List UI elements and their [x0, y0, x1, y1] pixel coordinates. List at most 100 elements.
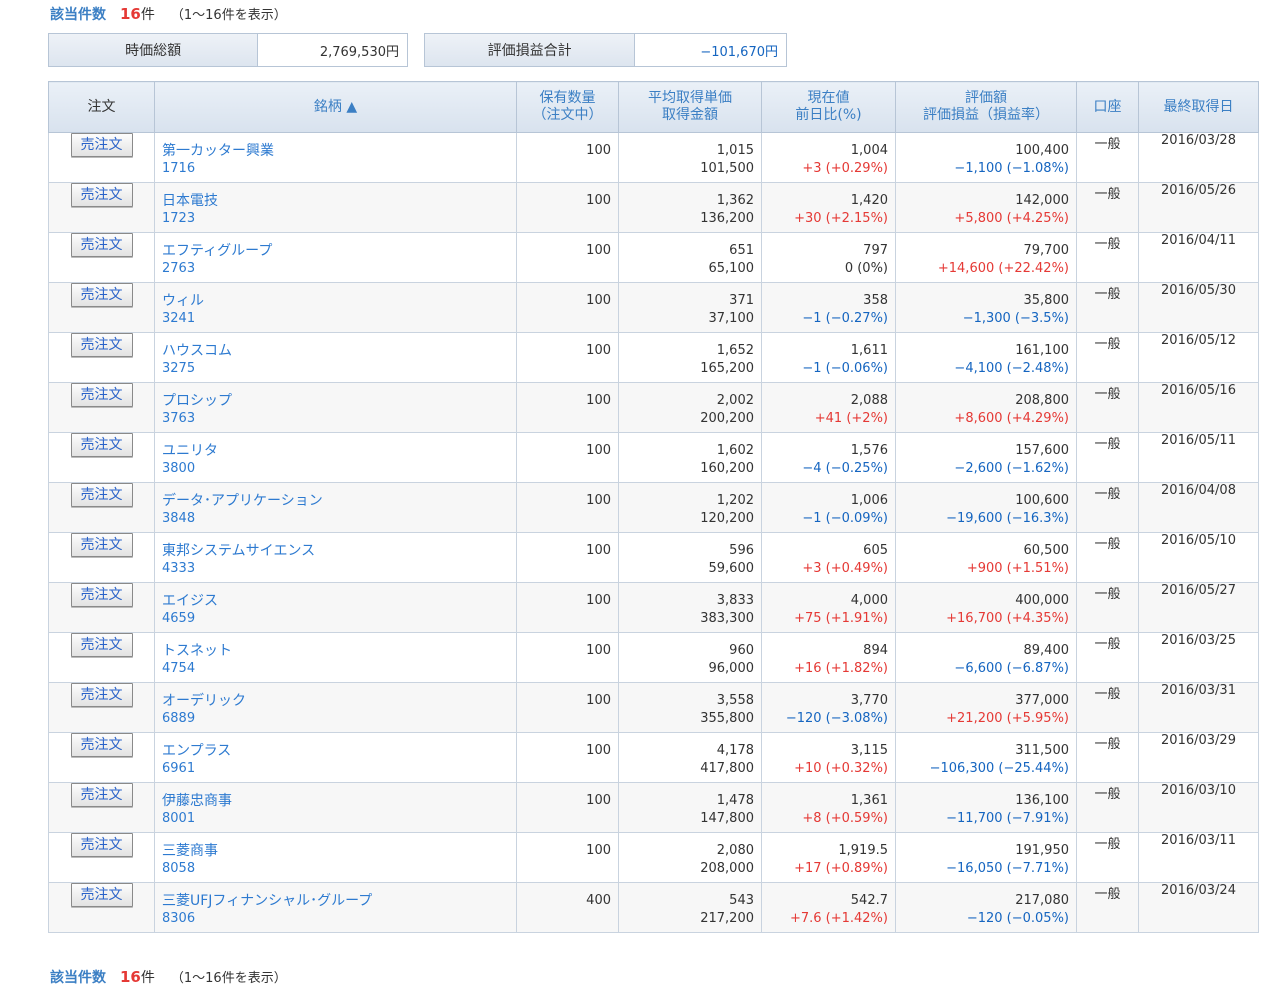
sell-order-button[interactable]: 売注文 [70, 683, 133, 707]
account-cell: 一般 [1076, 482, 1139, 533]
table-row: 売注文 データ･アプリケーション 3848 100 1,202 120,200 1,006−… [48, 482, 1259, 533]
stock-code-link[interactable]: 1723 [162, 210, 509, 228]
stock-name-link[interactable]: エイジス [162, 592, 509, 610]
stock-code-link[interactable]: 1716 [162, 160, 509, 178]
header-stock-name-sort[interactable]: 銘柄 ▲ [154, 81, 517, 133]
avg-unit-price: 1,478 [716, 793, 754, 808]
sell-order-button[interactable]: 売注文 [70, 783, 133, 807]
result-count-top: 該当件数 16件 （1～16件を表示） [50, 3, 287, 25]
stock-name-link[interactable]: 伊藤忠商事 [162, 792, 509, 810]
stock-code-link[interactable]: 8058 [162, 860, 509, 878]
table-row: 売注文 日本電技 1723 100 1,362 136,200 1,420 +30 (+2.1… [48, 182, 1259, 233]
header-avg-cost[interactable]: 平均取得単価 取得金額 [618, 81, 762, 133]
stock-name-link[interactable]: 東邦システムサイエンス [162, 542, 509, 560]
header-current-price[interactable]: 現在値 前日比(%) [761, 81, 896, 133]
avg-cost-cell: 1,478 147,800 [618, 782, 762, 833]
sell-order-button[interactable]: 売注文 [70, 183, 133, 207]
table-row: 売注文 ウィル 3241 100 371 37,100 358 −1 (−0.27%) 35,8… [48, 282, 1259, 333]
order-cell: 売注文 [48, 782, 155, 833]
stock-name-link[interactable]: エンプラス [162, 742, 509, 760]
stock-code-link[interactable]: 2763 [162, 260, 509, 278]
avg-cost-cell: 3,833 383,300 [618, 582, 762, 633]
order-cell: 売注文 [48, 582, 155, 633]
result-count-label: 該当件数 [50, 970, 106, 986]
account-type: 一般 [1094, 387, 1121, 402]
order-cell: 売注文 [48, 132, 155, 183]
stock-name-link[interactable]: ウィル [162, 292, 509, 310]
avg-cost-cell: 2,002 200,200 [618, 382, 762, 433]
stock-cell: ウィル 3241 [154, 282, 517, 333]
valuation-amount: 89,400 [1023, 643, 1070, 658]
stock-cell: エフティグループ 2763 [154, 232, 517, 283]
sell-order-button[interactable]: 売注文 [70, 333, 133, 357]
stock-name-link[interactable]: 三菱商事 [162, 842, 509, 860]
sell-order-button[interactable]: 売注文 [70, 533, 133, 557]
avg-cost-cell: 651 65,100 [618, 232, 762, 283]
avg-unit-price: 3,558 [716, 693, 754, 708]
avg-cost-cell: 1,652 165,200 [618, 332, 762, 383]
stock-code-link[interactable]: 3800 [162, 460, 509, 478]
avg-unit-price: 1,015 [716, 143, 754, 158]
valuation-amount: 142,000 [1015, 193, 1069, 208]
stock-cell: プロシップ 3763 [154, 382, 517, 433]
stock-code-link[interactable]: 4754 [162, 660, 509, 678]
sell-order-button[interactable]: 売注文 [70, 633, 133, 657]
stock-code-link[interactable]: 3241 [162, 310, 509, 328]
stock-code-link[interactable]: 3275 [162, 360, 509, 378]
sell-order-button[interactable]: 売注文 [70, 833, 133, 857]
stock-name-link[interactable]: データ･アプリケーション [162, 492, 509, 510]
header-valuation[interactable]: 評価額 評価損益（損益率） [895, 81, 1077, 133]
last-acquired-date: 2016/03/31 [1161, 683, 1236, 698]
price-cell: 605 +3 (+0.49%) [761, 532, 896, 583]
stock-code-link[interactable]: 4659 [162, 610, 509, 628]
table-row: 売注文 伊藤忠商事 8001 100 1,478 147,800 1,361 +8 (+0.5… [48, 782, 1259, 833]
avg-cost-cell: 1,015 101,500 [618, 132, 762, 183]
header-account[interactable]: 口座 [1076, 81, 1139, 133]
stock-cell: データ･アプリケーション 3848 [154, 482, 517, 533]
avg-cost-cell: 596 59,600 [618, 532, 762, 583]
stock-name-link[interactable]: ハウスコム [162, 342, 509, 360]
result-count-unit: 件 [140, 7, 155, 23]
sell-order-button[interactable]: 売注文 [70, 733, 133, 757]
sell-order-button[interactable]: 売注文 [70, 883, 133, 907]
sell-order-button[interactable]: 売注文 [70, 433, 133, 457]
account-type: 一般 [1094, 687, 1121, 702]
stock-code-link[interactable]: 3763 [162, 410, 509, 428]
stock-name-link[interactable]: 第一カッター興業 [162, 142, 509, 160]
acquisition-amount: 200,200 [700, 411, 754, 426]
sell-order-button[interactable]: 売注文 [70, 483, 133, 507]
stock-name-link[interactable]: トスネット [162, 642, 509, 660]
stock-name-link[interactable]: 日本電技 [162, 192, 509, 210]
last-date-cell: 2016/03/28 [1138, 132, 1259, 183]
stock-code-link[interactable]: 4333 [162, 560, 509, 578]
stock-name-link[interactable]: エフティグループ [162, 242, 509, 260]
market-value-label: 時価総額 [49, 34, 259, 66]
sell-order-button[interactable]: 売注文 [70, 233, 133, 257]
stock-name-link[interactable]: プロシップ [162, 392, 509, 410]
sell-order-button[interactable]: 売注文 [70, 133, 133, 157]
stock-code-link[interactable]: 6889 [162, 710, 509, 728]
stock-name-link[interactable]: 三菱UFJフィナンシャル･グループ [162, 892, 509, 910]
stock-name-link[interactable]: ユニリタ [162, 442, 509, 460]
sell-order-button[interactable]: 売注文 [70, 283, 133, 307]
table-row: 売注文 東邦システムサイエンス 4333 100 596 59,600 605 +3 (+0.… [48, 532, 1259, 583]
stock-code-link[interactable]: 6961 [162, 760, 509, 778]
quantity-value: 100 [586, 443, 611, 458]
stock-name-link[interactable]: オーデリック [162, 692, 509, 710]
stock-code-link[interactable]: 8001 [162, 810, 509, 828]
quantity-cell: 100 [516, 732, 619, 783]
stock-code-link[interactable]: 8306 [162, 910, 509, 928]
account-cell: 一般 [1076, 382, 1139, 433]
sell-order-button[interactable]: 売注文 [70, 583, 133, 607]
account-cell: 一般 [1076, 882, 1139, 933]
stock-code-link[interactable]: 3848 [162, 510, 509, 528]
header-last-date[interactable]: 最終取得日 [1138, 81, 1259, 133]
order-cell: 売注文 [48, 382, 155, 433]
sell-order-button[interactable]: 売注文 [70, 383, 133, 407]
table-row: 売注文 三菱商事 8058 100 2,080 208,000 1,919.5 +17 (+0… [48, 832, 1259, 883]
avg-cost-cell: 2,080 208,000 [618, 832, 762, 883]
order-cell: 売注文 [48, 432, 155, 483]
header-quantity[interactable]: 保有数量 （注文中） [516, 81, 619, 133]
profit-loss: −6,600 (−6.87%) [954, 661, 1069, 676]
last-date-cell: 2016/04/08 [1138, 482, 1259, 533]
